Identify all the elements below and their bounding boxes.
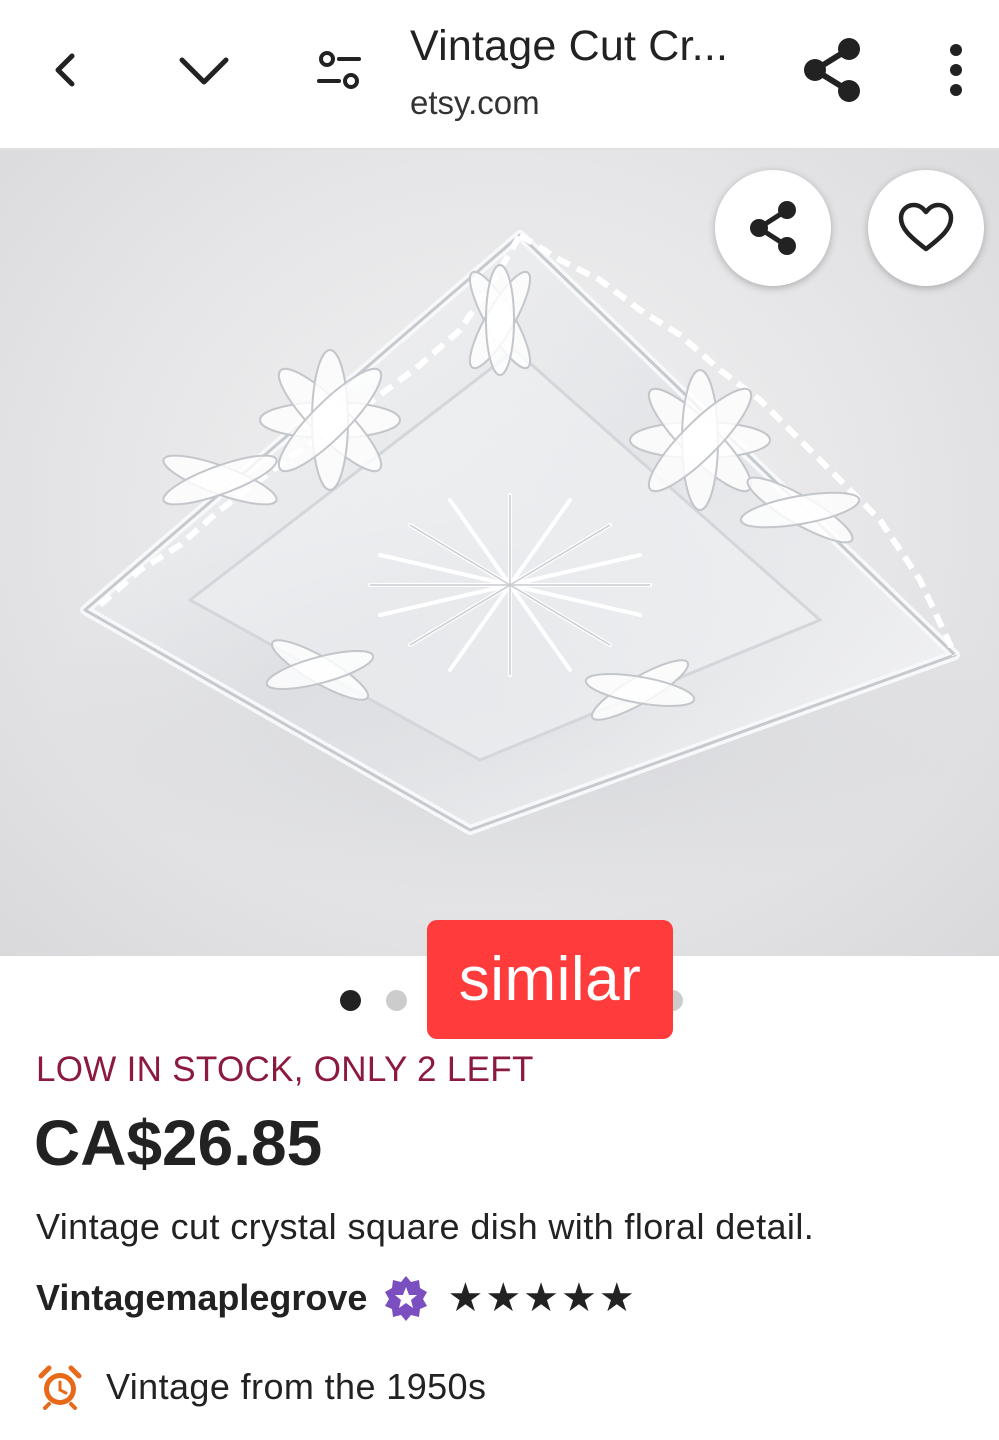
star-icon: ★ — [523, 1276, 560, 1320]
etsy-listing-page: Vintage Cut Cr... etsy.com similar LOW I… — [0, 0, 999, 1440]
share-icon[interactable] — [796, 34, 868, 106]
back-arrow-icon[interactable] — [30, 34, 102, 106]
similar-button[interactable]: similar — [427, 920, 673, 1039]
heart-icon — [898, 202, 954, 252]
vintage-note: Vintage from the 1950s — [106, 1366, 487, 1407]
price: CA$26.85 — [34, 1107, 323, 1179]
chevron-down-icon[interactable] — [168, 34, 240, 106]
rating-stars: ★ ★ ★ ★ ★ — [447, 1278, 636, 1318]
more-vert-icon[interactable] — [920, 34, 992, 106]
vintage-info-row: Vintage from the 1950s — [36, 1360, 486, 1414]
star-seller-badge-icon — [383, 1275, 429, 1321]
star-icon: ★ — [485, 1276, 522, 1320]
favorite-button[interactable] — [868, 170, 984, 286]
alarm-clock-icon — [36, 1363, 84, 1411]
shop-name-link[interactable]: Vintagemaplegrove — [36, 1277, 367, 1319]
carousel-dot-2[interactable] — [386, 990, 407, 1011]
star-icon: ★ — [598, 1276, 635, 1320]
page-domain[interactable]: etsy.com — [410, 84, 540, 122]
page-title[interactable]: Vintage Cut Cr... — [410, 22, 728, 71]
stock-notice: LOW IN STOCK, ONLY 2 LEFT — [36, 1050, 534, 1089]
crystal-dish-illustration — [50, 230, 990, 910]
product-description: Vintage cut crystal square dish with flo… — [36, 1206, 815, 1247]
star-icon: ★ — [447, 1276, 484, 1320]
carousel-dot-1[interactable] — [340, 990, 361, 1011]
browser-top-bar: Vintage Cut Cr... etsy.com — [0, 0, 999, 150]
share-icon — [750, 201, 796, 255]
product-image[interactable] — [0, 150, 999, 956]
star-icon: ★ — [561, 1276, 597, 1320]
shop-row: Vintagemaplegrove ★ ★ ★ ★ ★ — [36, 1273, 637, 1323]
tune-icon[interactable] — [303, 34, 375, 106]
image-share-button[interactable] — [715, 170, 831, 286]
